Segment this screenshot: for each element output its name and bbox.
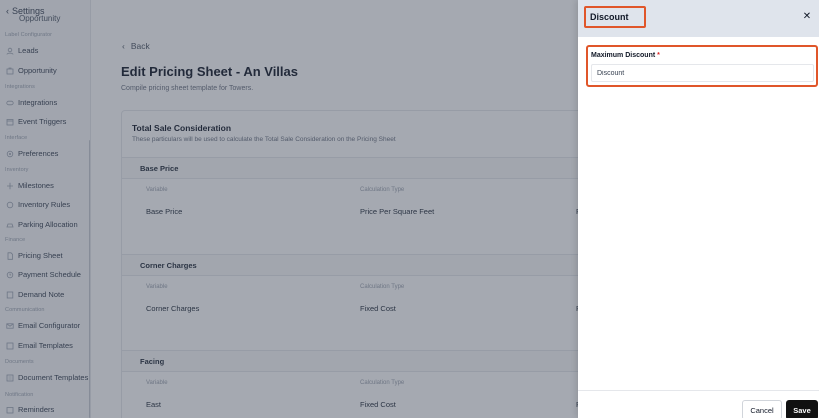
cancel-button[interactable]: Cancel: [742, 400, 782, 418]
close-icon[interactable]: ✕: [801, 11, 813, 23]
discount-drawer: Discount ✕ Maximum Discount * Cancel Sav…: [578, 0, 819, 418]
drawer-footer: Cancel Save: [578, 390, 819, 418]
maximum-discount-label: Maximum Discount *: [591, 52, 660, 59]
maximum-discount-input[interactable]: [591, 64, 814, 82]
drawer-header: Discount ✕: [578, 0, 819, 37]
required-mark: *: [657, 52, 660, 59]
modal-overlay[interactable]: [0, 0, 578, 418]
save-button[interactable]: Save: [786, 400, 818, 418]
maximum-discount-field: Maximum Discount *: [586, 45, 818, 87]
drawer-title: Discount: [584, 6, 646, 28]
field-label-text: Maximum Discount: [591, 52, 656, 59]
